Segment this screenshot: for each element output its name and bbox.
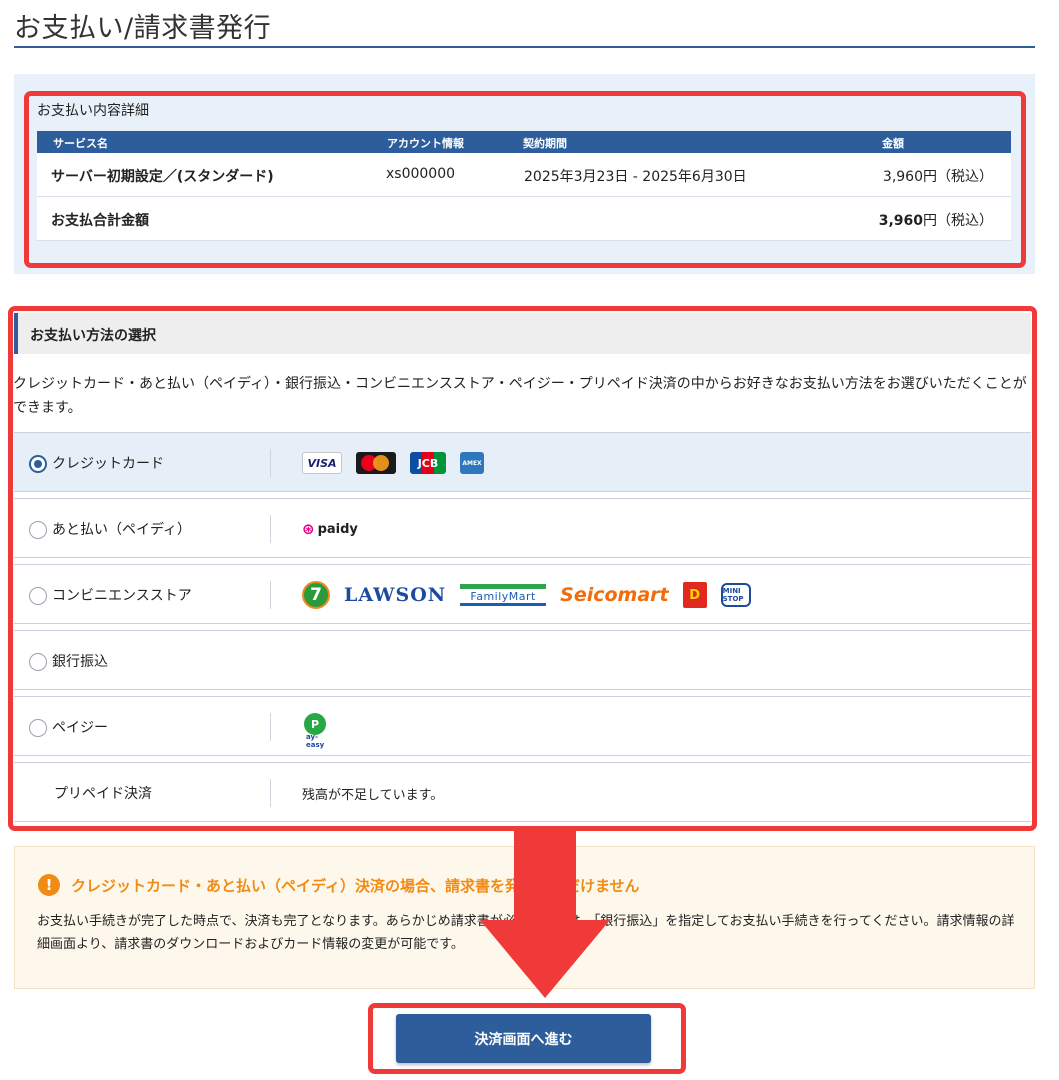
arrow-down-icon: [480, 830, 610, 998]
page-title: お支払い/請求書発行: [14, 13, 272, 44]
payment-method-highlight-frame: [8, 306, 1037, 831]
title-divider: [14, 46, 1035, 48]
warning-icon: !: [38, 874, 60, 896]
summary-highlight-frame: [24, 91, 1026, 268]
proceed-to-payment-button[interactable]: 決済画面へ進む: [396, 1014, 651, 1063]
